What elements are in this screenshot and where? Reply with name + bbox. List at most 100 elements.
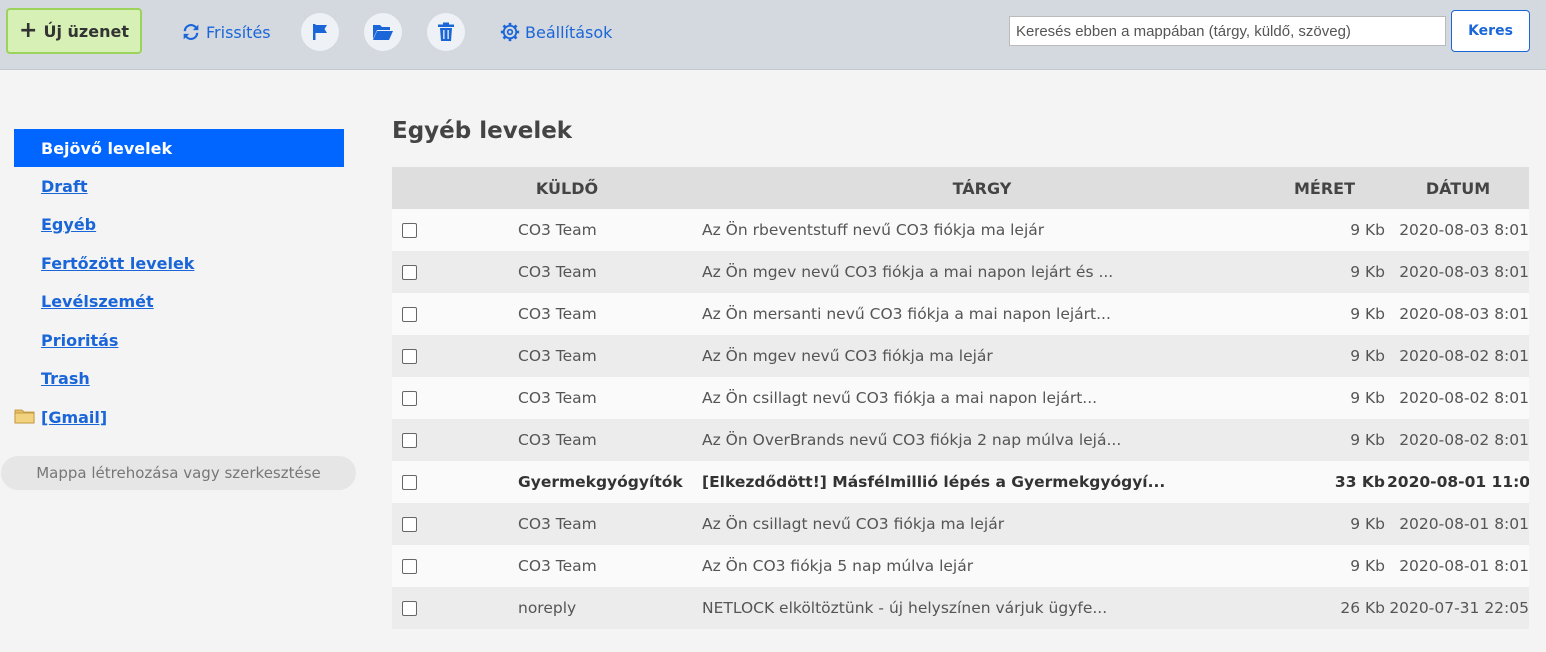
folder-trash[interactable]: Trash	[14, 360, 344, 399]
folder-label: Egyéb	[41, 215, 97, 235]
row-checkbox[interactable]	[402, 349, 417, 364]
subject-cell[interactable]: Az Ön mgev nevű CO3 fiókja ma lejár	[702, 335, 1262, 377]
folder-other[interactable]: Egyéb	[14, 206, 344, 245]
subject-cell[interactable]: [Elkezdődött!] Másfélmillió lépés a Gyer…	[702, 461, 1262, 503]
sender-column-header[interactable]: KÜLDŐ	[432, 167, 702, 209]
date-cell: 2020-08-03 8:01	[1399, 221, 1529, 239]
date-cell: 2020-08-03 8:01	[1399, 305, 1529, 323]
subject-cell[interactable]: Az Ön csillagt nevű CO3 fiókja a mai nap…	[702, 377, 1262, 419]
create-folder-button[interactable]: Mappa létrehozása vagy szerkesztése	[1, 456, 356, 490]
search-input[interactable]	[1009, 16, 1446, 46]
table-row[interactable]: noreply NETLOCK elköltöztünk - új helysz…	[392, 587, 1529, 629]
table-row[interactable]: CO3 Team Az Ön csillagt nevű CO3 fiókja …	[392, 503, 1529, 545]
size-column-header[interactable]: MÉRET	[1262, 167, 1387, 209]
subject-cell[interactable]: NETLOCK elköltöztünk - új helyszínen vár…	[702, 587, 1262, 629]
trash-icon	[438, 22, 454, 41]
size-cell: 9 Kb	[1350, 305, 1385, 323]
table-row[interactable]: CO3 Team Az Ön rbeventstuff nevű CO3 fió…	[392, 209, 1529, 251]
folder-gmail[interactable]: [Gmail]	[14, 398, 344, 437]
folder-infected[interactable]: Fertőzött levelek	[14, 244, 344, 283]
sender-cell: CO3 Team	[518, 515, 597, 533]
date-cell: 2020-08-01 8:01	[1399, 515, 1529, 533]
select-column-header	[392, 167, 432, 209]
settings-button[interactable]: Beállítások	[500, 19, 612, 45]
date-cell: 2020-08-02 8:01	[1399, 389, 1529, 407]
date-column-header[interactable]: DÁTUM	[1387, 167, 1529, 209]
size-cell: 9 Kb	[1350, 389, 1385, 407]
date-cell: 2020-07-31 22:05	[1389, 599, 1529, 617]
date-cell: 2020-08-01 11:00	[1387, 473, 1529, 491]
gear-icon	[500, 22, 520, 42]
row-checkbox[interactable]	[402, 391, 417, 406]
subject-column-header[interactable]: TÁRGY	[702, 167, 1262, 209]
table-row[interactable]: CO3 Team Az Ön mgev nevű CO3 fiókja ma l…	[392, 335, 1529, 377]
folder-label: Bejövő levelek	[41, 138, 173, 158]
folder-draft[interactable]: Draft	[14, 167, 344, 206]
settings-label: Beállítások	[525, 22, 613, 42]
page-title: Egyéb levelek	[392, 118, 573, 144]
folder-list: Bejövő levelek Draft Egyéb Fertőzött lev…	[14, 129, 344, 437]
sender-cell: CO3 Team	[518, 221, 597, 239]
subject-cell[interactable]: Az Ön mgev nevű CO3 fiókja a mai napon l…	[702, 251, 1262, 293]
folder-label: Draft	[41, 176, 88, 196]
size-cell: 9 Kb	[1350, 431, 1385, 449]
folder-open-icon	[373, 25, 393, 40]
new-message-label: Új üzenet	[43, 21, 129, 41]
row-checkbox[interactable]	[402, 517, 417, 532]
move-folder-button[interactable]	[364, 13, 402, 51]
size-cell: 9 Kb	[1350, 515, 1385, 533]
folder-label: [Gmail]	[41, 407, 108, 427]
row-checkbox[interactable]	[402, 223, 417, 238]
table-row-unread[interactable]: Gyermekgyógyítók [Elkezdődött!] Másfélmi…	[392, 461, 1529, 503]
new-message-button[interactable]: + Új üzenet	[6, 8, 142, 54]
row-checkbox[interactable]	[402, 559, 417, 574]
row-checkbox[interactable]	[402, 433, 417, 448]
size-cell: 33 Kb	[1334, 473, 1385, 491]
sender-cell: CO3 Team	[518, 263, 597, 281]
size-cell: 26 Kb	[1340, 599, 1385, 617]
date-cell: 2020-08-01 8:01	[1399, 557, 1529, 575]
row-checkbox[interactable]	[402, 475, 417, 490]
subject-cell[interactable]: Az Ön CO3 fiókja 5 nap múlva lejár	[702, 545, 1262, 587]
refresh-label: Frissítés	[206, 22, 271, 42]
size-cell: 9 Kb	[1350, 263, 1385, 281]
plus-icon: +	[19, 18, 38, 43]
row-checkbox[interactable]	[402, 601, 417, 616]
sender-cell: noreply	[518, 599, 577, 617]
mail-table: KÜLDŐ TÁRGY MÉRET DÁTUM CO3 Team Az Ön r…	[392, 167, 1529, 629]
subject-cell[interactable]: Az Ön csillagt nevű CO3 fiókja ma lejár	[702, 503, 1262, 545]
folder-label: Fertőzött levelek	[41, 253, 195, 273]
search-button[interactable]: Keres	[1451, 10, 1530, 52]
table-row[interactable]: CO3 Team Az Ön mersanti nevű CO3 fiókja …	[392, 293, 1529, 335]
folder-label: Levélszemét	[41, 292, 154, 312]
folder-icon	[14, 409, 35, 424]
date-cell: 2020-08-03 8:01	[1399, 263, 1529, 281]
folder-label: Prioritás	[41, 330, 119, 350]
row-checkbox[interactable]	[402, 265, 417, 280]
sender-cell: CO3 Team	[518, 305, 597, 323]
table-row[interactable]: CO3 Team Az Ön CO3 fiókja 5 nap múlva le…	[392, 545, 1529, 587]
subject-cell[interactable]: Az Ön OverBrands nevű CO3 fiókja 2 nap m…	[702, 419, 1262, 461]
sender-cell: CO3 Team	[518, 389, 597, 407]
sender-cell: Gyermekgyógyítók	[518, 473, 683, 491]
row-checkbox[interactable]	[402, 307, 417, 322]
sender-cell: CO3 Team	[518, 347, 597, 365]
flag-button[interactable]	[301, 13, 339, 51]
subject-cell[interactable]: Az Ön mersanti nevű CO3 fiókja a mai nap…	[702, 293, 1262, 335]
sender-cell: CO3 Team	[518, 557, 597, 575]
subject-cell[interactable]: Az Ön rbeventstuff nevű CO3 fiókja ma le…	[702, 209, 1262, 251]
sender-cell: CO3 Team	[518, 431, 597, 449]
table-row[interactable]: CO3 Team Az Ön OverBrands nevű CO3 fiókj…	[392, 419, 1529, 461]
table-row[interactable]: CO3 Team Az Ön mgev nevű CO3 fiókja a ma…	[392, 251, 1529, 293]
folder-inbox[interactable]: Bejövő levelek	[14, 129, 344, 167]
table-row[interactable]: CO3 Team Az Ön csillagt nevű CO3 fiókja …	[392, 377, 1529, 419]
folder-label: Trash	[41, 369, 90, 389]
refresh-button[interactable]: Frissítés	[180, 19, 271, 45]
size-cell: 9 Kb	[1350, 557, 1385, 575]
toolbar: + Új üzenet Frissítés Beállítások Keresé…	[0, 0, 1546, 70]
folder-priority[interactable]: Prioritás	[14, 321, 344, 360]
refresh-icon	[183, 24, 199, 40]
table-header: KÜLDŐ TÁRGY MÉRET DÁTUM	[392, 167, 1529, 209]
delete-button[interactable]	[427, 13, 465, 51]
folder-spam[interactable]: Levélszemét	[14, 283, 344, 322]
